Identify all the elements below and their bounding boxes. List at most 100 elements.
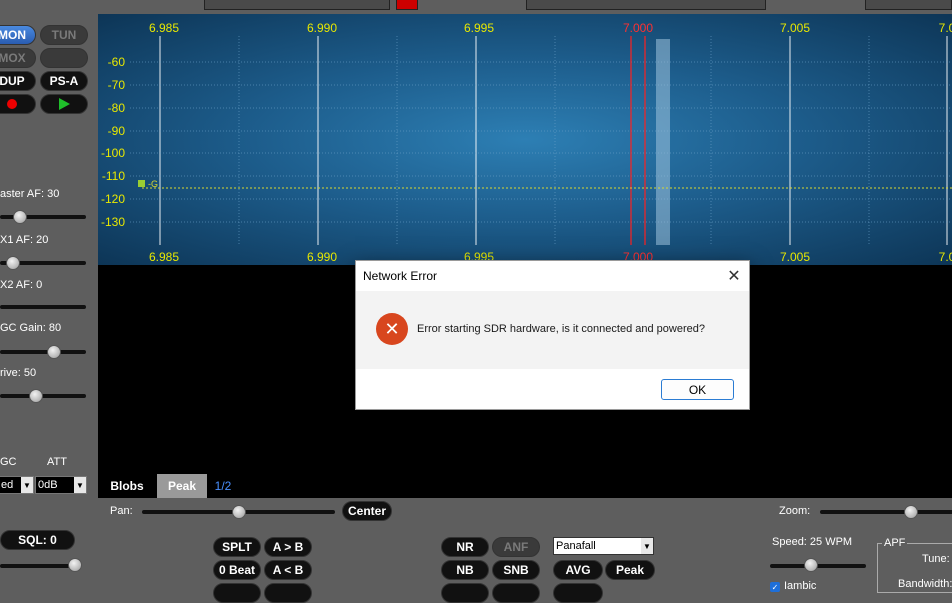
top-field-3[interactable] xyxy=(865,0,952,10)
freq-label-top: 6.985 xyxy=(149,21,179,35)
squelch-marker-icon[interactable] xyxy=(138,180,145,187)
play-button[interactable] xyxy=(40,94,88,114)
horizontal-grid xyxy=(130,61,952,223)
apf-tune-label: Tune: xyxy=(922,553,950,565)
freq-label-bottom: 7.005 xyxy=(780,250,810,264)
sql-value: 0 xyxy=(50,533,57,547)
anf-button[interactable]: ANF xyxy=(492,537,540,557)
db-label: -110 xyxy=(102,169,125,183)
freq-label-bottom: 6.985 xyxy=(149,250,179,264)
dialog-message: Error starting SDR hardware, is it conne… xyxy=(417,323,705,335)
nb-button[interactable]: NB xyxy=(441,560,489,580)
rx2-af-label: X2 AF: 0 xyxy=(0,279,43,291)
db-label: -120 xyxy=(101,192,125,206)
sql-button[interactable]: SQL: 0 xyxy=(0,530,75,550)
db-label: -100 xyxy=(101,146,125,160)
top-strip xyxy=(0,0,952,14)
rx2-af-slider[interactable] xyxy=(0,305,86,309)
agc-label: GC xyxy=(0,456,17,468)
master-af-knob[interactable] xyxy=(13,210,27,224)
iambic-checkbox[interactable]: ✓ xyxy=(770,582,780,592)
cw-speed-slider[interactable] xyxy=(770,564,866,568)
att-label: ATT xyxy=(47,456,67,468)
drive-label: rive: 50 xyxy=(0,367,37,379)
freq-label-top: 7.005 xyxy=(780,21,810,35)
disabled-button[interactable] xyxy=(40,48,88,68)
att-select[interactable]: 0dB ▼ xyxy=(35,476,87,494)
freq-label-top: 6.990 xyxy=(307,21,337,35)
b-to-a-button[interactable]: A < B xyxy=(264,560,312,580)
cw-speed-label: Speed: 25 WPM xyxy=(772,536,853,548)
drive-knob[interactable] xyxy=(29,389,43,403)
att-select-value: 0dB xyxy=(38,479,58,491)
mon-button[interactable]: MON xyxy=(0,25,36,45)
pan-label: Pan: xyxy=(110,505,133,517)
peak-tab[interactable]: Peak xyxy=(157,474,207,498)
dup-button[interactable]: DUP xyxy=(0,71,36,91)
sql-label: SQL: xyxy=(18,533,47,547)
db-label: -60 xyxy=(108,55,126,69)
agc-select-value: ed xyxy=(1,479,14,491)
rx1-af-label: X1 AF: 20 xyxy=(0,234,49,246)
snb-button[interactable]: SNB xyxy=(492,560,540,580)
zoom-label: Zoom: xyxy=(779,505,811,517)
swap-button[interactable] xyxy=(264,583,312,603)
dialog-body: ✕ Error starting SDR hardware, is it con… xyxy=(356,291,749,369)
close-icon[interactable]: ✕ xyxy=(719,261,749,289)
left-control-panel: MON TUN MOX DUP PS-A aster AF: 30 X1 AF:… xyxy=(0,14,98,498)
panadapter-display[interactable]: -G 6.985 6.990 6.995 7.000 7.005 7.0 6.9… xyxy=(98,14,952,265)
zero-beat-button[interactable]: 0 Beat xyxy=(213,560,261,580)
blobs-bar: Blobs Peak 1/2 xyxy=(98,474,952,498)
peak-button[interactable]: Peak xyxy=(605,560,655,580)
vertical-grid xyxy=(159,36,948,245)
freq-label-top: 7.0 xyxy=(939,21,952,35)
record-icon xyxy=(7,99,17,109)
top-field-1[interactable] xyxy=(204,0,390,10)
error-icon: ✕ xyxy=(376,313,408,345)
ps-a-button[interactable]: PS-A xyxy=(40,71,88,91)
agc-gain-knob[interactable] xyxy=(47,345,61,359)
blobs-tab[interactable]: Blobs xyxy=(103,474,151,498)
other-button[interactable] xyxy=(553,583,603,603)
page-indicator[interactable]: 1/2 xyxy=(211,474,235,498)
iambic-label: Iambic xyxy=(784,580,817,592)
agc-select[interactable]: ed ▼ xyxy=(0,476,34,494)
drive-slider[interactable] xyxy=(0,394,86,398)
pan-knob[interactable] xyxy=(232,505,246,519)
top-field-2[interactable] xyxy=(526,0,766,10)
splt-button[interactable]: SPLT xyxy=(213,537,261,557)
rx1-af-knob[interactable] xyxy=(6,256,20,270)
freq-label-bottom: 6.990 xyxy=(307,250,337,264)
db-label: -90 xyxy=(108,124,126,138)
mute-button[interactable] xyxy=(441,583,489,603)
nr-button[interactable]: NR xyxy=(441,537,489,557)
agc-gain-slider[interactable] xyxy=(0,350,86,354)
display-mode-value: Panafall xyxy=(556,540,596,552)
master-af-label: aster AF: 30 xyxy=(0,188,60,200)
mox-button[interactable]: MOX xyxy=(0,48,36,68)
a-to-b-button[interactable]: A > B xyxy=(264,537,312,557)
agc-gain-label: GC Gain: 80 xyxy=(0,322,62,334)
chevron-down-icon: ▼ xyxy=(641,538,653,554)
chevron-down-icon: ▼ xyxy=(21,477,33,493)
record-button[interactable] xyxy=(0,94,36,114)
zoom-knob[interactable] xyxy=(904,505,918,519)
display-mode-select[interactable]: Panafall ▼ xyxy=(553,537,654,555)
ok-button[interactable]: OK xyxy=(661,379,734,400)
chevron-down-icon: ▼ xyxy=(74,477,86,493)
center-button[interactable]: Center xyxy=(342,501,392,521)
tun-button[interactable]: TUN xyxy=(40,25,88,45)
apf-bandwidth-label: Bandwidth: xyxy=(898,578,952,590)
avg-button[interactable]: AVG xyxy=(553,560,603,580)
network-error-dialog: Network Error ✕ ✕ Error starting SDR har… xyxy=(355,260,750,410)
filter-passband[interactable] xyxy=(656,39,670,245)
db-label: -130 xyxy=(101,215,125,229)
cw-speed-knob[interactable] xyxy=(804,558,818,572)
sql-knob[interactable] xyxy=(68,558,82,572)
freq-label-top: 6.995 xyxy=(464,21,494,35)
bin-button[interactable] xyxy=(492,583,540,603)
top-indicator-red xyxy=(396,0,418,10)
if-button[interactable] xyxy=(213,583,261,603)
zoom-slider[interactable] xyxy=(820,510,952,514)
play-icon xyxy=(58,98,70,110)
